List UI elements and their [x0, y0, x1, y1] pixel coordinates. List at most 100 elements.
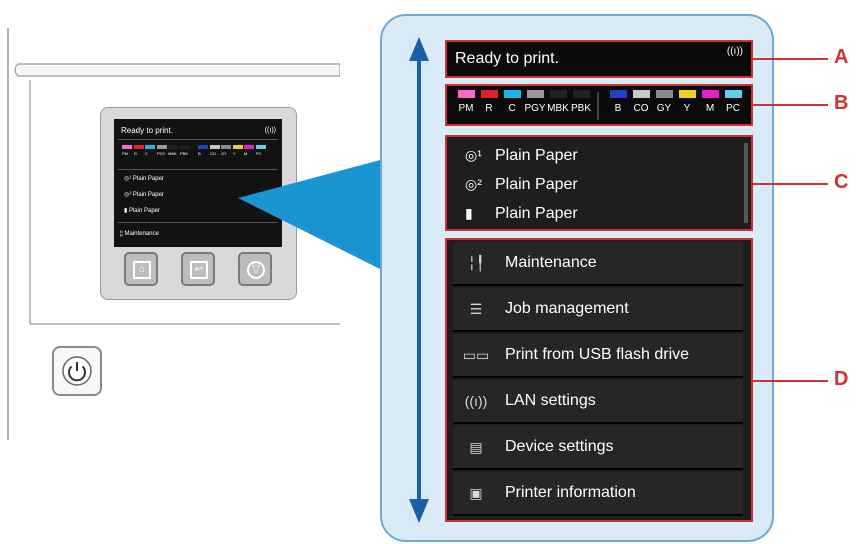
mini-ink-mbk: MBK [168, 145, 178, 156]
mini-ink-swatch [168, 145, 178, 149]
mini-ink-label: PBK [180, 151, 189, 156]
mini-ink-label: R [134, 151, 137, 156]
mini-paper-label: Plain Paper [132, 176, 164, 182]
ink-swatch [503, 90, 521, 98]
menu-item-usb-print[interactable]: ▭▭ Print from USB flash drive [453, 334, 743, 378]
menu-item-label: LAN settings [505, 392, 596, 409]
home-icon: ⌂ [133, 261, 151, 279]
mini-ink-swatch [145, 145, 155, 149]
wireless-icon[interactable]: ((ı)) [727, 46, 743, 57]
menu-item-label: Job management [505, 300, 629, 317]
menu-item-label: Maintenance [505, 254, 597, 271]
scroll-double-arrow [409, 37, 429, 523]
ink-pgy: PGY [524, 90, 546, 124]
mini-paper-row: ◎² Plain Paper [124, 192, 164, 198]
menu-item-job-management[interactable]: ☰ Job management [453, 288, 743, 332]
ink-label: CO [633, 103, 649, 114]
mini-ink-label: PGY [157, 151, 166, 156]
menu-item-maintenance[interactable]: ╎╿ Maintenance [453, 242, 743, 286]
ink-c: C [501, 90, 523, 124]
cut-sheet-icon: ▮ [465, 205, 473, 221]
ink-label: Y [683, 103, 691, 114]
ink-r: R [478, 90, 500, 124]
ink-label: R [485, 103, 493, 114]
ink-pc: PC [722, 90, 744, 124]
menu-item-lan-settings[interactable]: ((ı)) LAN settings [453, 380, 743, 424]
mini-ink-swatch [134, 145, 144, 149]
mini-ink-label: PM [122, 151, 128, 156]
mini-status-text: Ready to print. [121, 126, 174, 135]
mini-ink-swatch [157, 145, 167, 149]
callout-label-c: C [834, 171, 849, 193]
ink-co: CO [630, 90, 652, 124]
power-button[interactable] [52, 346, 102, 396]
ink-label: MBK [547, 103, 569, 114]
ink-swatch [678, 90, 696, 98]
home-button[interactable]: ⌂ [124, 252, 158, 286]
callout-label-a: A [834, 46, 849, 68]
roll-2-icon: ◎² [465, 176, 482, 192]
mini-ink-swatch [122, 145, 132, 149]
ink-swatch [632, 90, 650, 98]
mini-ink-swatch [198, 145, 208, 149]
device-settings-icon: ▤ [469, 439, 483, 455]
ink-swatch [724, 90, 742, 98]
ink-b: B [607, 90, 629, 124]
ink-swatch [549, 90, 567, 98]
menu-item-label: Printer information [505, 484, 636, 501]
maintenance-icon: ╎╿ [467, 255, 485, 271]
ink-label: PM [458, 103, 474, 114]
mini-paper-label: Plain Paper [132, 192, 164, 198]
mini-ink-label: MBK [168, 151, 177, 156]
menu-item-device-settings[interactable]: ▤ Device settings [453, 426, 743, 470]
ink-label: M [705, 103, 715, 114]
scroll-edge [744, 143, 748, 223]
ink-swatch [655, 90, 673, 98]
paper-label: Plain Paper [495, 176, 578, 193]
paper-label: Plain Paper [495, 205, 578, 222]
ink-level-bar[interactable]: PM R C PGY MBK PBK B CO GY Y M PC [445, 84, 753, 126]
mini-status-bar: Ready to print. ((ı)) [118, 123, 278, 140]
mini-ink-c: C [145, 145, 155, 156]
menu-item-label: Print from USB flash drive [505, 346, 690, 363]
ink-group-divider [597, 92, 599, 120]
paper-row[interactable]: ◎² Plain Paper [465, 170, 578, 198]
menu-item-label: Device settings [505, 438, 614, 455]
mini-ink-swatch [256, 145, 266, 149]
ink-label: PGY [524, 103, 546, 114]
mini-ink-swatch [233, 145, 243, 149]
job-management-icon: ☰ [469, 301, 483, 317]
mini-ink-swatch [180, 145, 190, 149]
paper-info-area[interactable]: ◎¹ Plain Paper ◎² Plain Paper ▮ Plain Paper [445, 135, 753, 231]
mini-paper-row: ▮ Plain Paper [124, 208, 160, 214]
mini-paper-row: ◎¹ Plain Paper [124, 176, 164, 182]
callout-label-b: B [834, 92, 849, 114]
mini-maintenance-label: Maintenance [124, 231, 159, 237]
mini-ink-swatch [210, 145, 220, 149]
ink-pm: PM [455, 90, 477, 124]
callout-line-d [753, 380, 828, 382]
mini-ink-swatch [244, 145, 254, 149]
ink-swatch [572, 90, 590, 98]
paper-label: Plain Paper [495, 147, 578, 164]
paper-row[interactable]: ◎¹ Plain Paper [465, 141, 578, 169]
ink-swatch [609, 90, 627, 98]
ink-swatch [457, 90, 475, 98]
mini-paper-label: Plain Paper [128, 208, 160, 214]
callout-line-a [753, 58, 828, 60]
mini-ink-pbk: PBK [180, 145, 190, 156]
ink-label: PBK [570, 103, 591, 114]
ink-y: Y [676, 90, 698, 124]
menu-item-printer-information[interactable]: ▣ Printer information [453, 472, 743, 516]
status-text: Ready to print. [455, 50, 560, 67]
paper-row[interactable]: ▮ Plain Paper [465, 199, 578, 227]
roll-1-icon: ◎¹ [465, 147, 482, 163]
mini-ink-pm: PM [122, 145, 132, 156]
status-bar: Ready to print. ((ı)) [445, 40, 753, 78]
ink-label: C [508, 103, 516, 114]
ink-label: B [614, 103, 622, 114]
menu-list: ╎╿ Maintenance ☰ Job management ▭▭ Print fr… [445, 238, 753, 522]
printer-information-icon: ▣ [469, 485, 483, 501]
callout-line-c [753, 183, 828, 185]
power-icon [62, 356, 92, 386]
